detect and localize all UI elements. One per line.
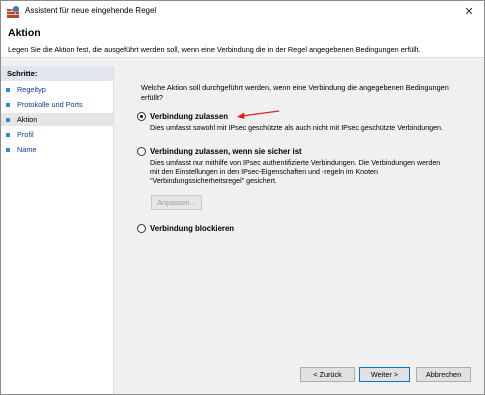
step-protokolle-und-ports[interactable]: Protokolle und Ports: [1, 98, 113, 111]
back-button[interactable]: < Zurück: [300, 367, 355, 382]
step-label: Profil: [17, 130, 34, 139]
step-label: Name: [17, 145, 37, 154]
action-content: Welche Aktion soll durchgeführt werden, …: [123, 66, 484, 394]
allow-secure-description-line: mit den Einstellungen in den IPsec-Eigen…: [150, 168, 378, 176]
wizard-window: Assistent für neue eingehende Regel ✕ Ak…: [0, 0, 485, 395]
block-label[interactable]: Verbindung blockieren: [150, 224, 234, 233]
firewall-app-icon: [7, 6, 19, 18]
step-name[interactable]: Name: [1, 143, 113, 156]
step-bullet-icon: [6, 133, 10, 137]
question-line: erfüllt?: [141, 92, 163, 102]
allow-radio[interactable]: [137, 112, 146, 121]
step-bullet-icon: [6, 148, 10, 152]
step-label: Regeltyp: [17, 85, 46, 94]
steps-title: Schritte:: [1, 66, 113, 81]
allow-secure-description-line: Dies umfasst nur mithilfe von IPsec auth…: [150, 159, 441, 167]
block-radio[interactable]: [137, 224, 146, 233]
page-description: Legen Sie die Aktion fest, die ausgeführ…: [8, 45, 421, 54]
annotation-arrow-icon: [237, 110, 280, 119]
action-question: Welche Aktion soll durchgeführt werden, …: [141, 83, 461, 102]
next-button[interactable]: Weiter >: [359, 367, 410, 382]
allow-description: Dies umfasst sowohl mit IPsec geschützte…: [150, 124, 443, 132]
page-title: Aktion: [8, 27, 41, 39]
question-line: Welche Aktion soll durchgeführt werden, …: [141, 83, 449, 92]
page-header: Aktion Legen Sie die Aktion fest, die au…: [1, 23, 484, 58]
step-bullet-icon: [6, 88, 10, 92]
step-bullet-icon: [6, 103, 10, 107]
allow-secure-description-line: "Verbindungssicherheitsregel" gesichert.: [150, 177, 277, 185]
cancel-button[interactable]: Abbrechen: [416, 367, 471, 382]
step-profil[interactable]: Profil: [1, 128, 113, 141]
allow-secure-radio[interactable]: [137, 147, 146, 156]
step-label: Protokolle und Ports: [17, 100, 83, 109]
step-aktion[interactable]: Aktion: [1, 113, 113, 126]
step-label: Aktion: [17, 115, 38, 124]
allow-label[interactable]: Verbindung zulassen: [150, 112, 228, 121]
step-regeltyp[interactable]: Regeltyp: [1, 83, 113, 96]
steps-panel: Schritte: Regeltyp Protokolle und Ports …: [1, 66, 114, 394]
allow-secure-label[interactable]: Verbindung zulassen, wenn sie sicher ist: [150, 147, 302, 156]
step-bullet-icon: [6, 118, 10, 122]
close-button[interactable]: ✕: [454, 1, 484, 23]
title-bar: Assistent für neue eingehende Regel ✕: [1, 1, 484, 23]
window-title: Assistent für neue eingehende Regel: [25, 6, 157, 15]
customize-button[interactable]: Anpassen...: [151, 195, 202, 210]
